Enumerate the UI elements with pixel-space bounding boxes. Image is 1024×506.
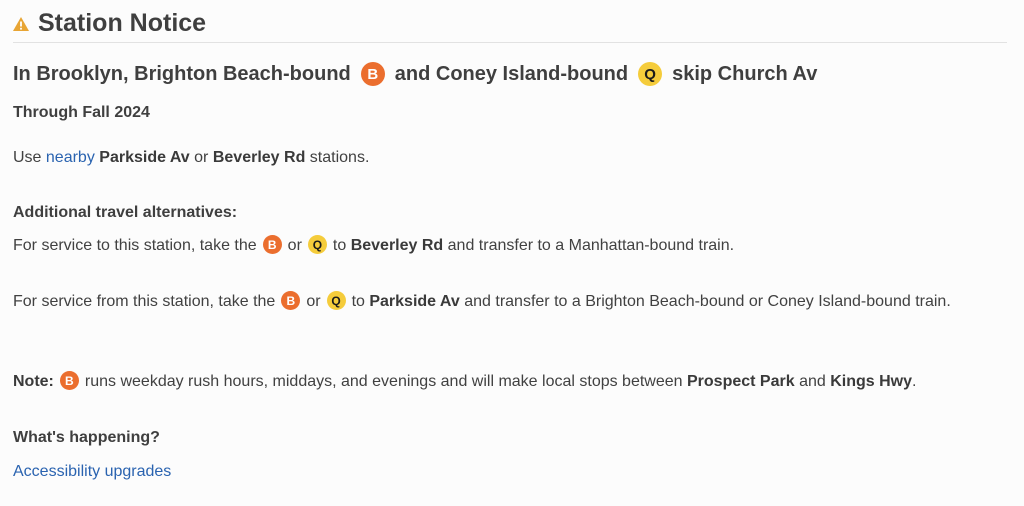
headline-text: skip Church Av [672, 62, 818, 85]
text: or [194, 149, 209, 166]
nearby-link[interactable]: nearby [46, 149, 95, 166]
station-name: Prospect Park [687, 373, 795, 390]
b-train-bullet-icon: B [59, 371, 79, 391]
text: runs weekday rush hours, middays, and ev… [84, 373, 683, 390]
whats-happening-title: What's happening? [13, 429, 160, 446]
b-train-bullet-icon: B [281, 291, 301, 311]
use-stations-line: Use nearby Parkside Av or Beverley Rd st… [13, 146, 1013, 170]
station-notice-panel: Station Notice In Brooklyn, Brighton Bea… [0, 0, 1024, 506]
accessibility-upgrades-link[interactable]: Accessibility upgrades [13, 463, 171, 480]
to-station-line: For service to this station, take the Bor… [13, 234, 1013, 258]
from-station-line: For service from this station, take the B… [13, 290, 1013, 314]
text: For service to this station, take the [13, 237, 257, 254]
station-name: Parkside Av [99, 149, 190, 166]
text: and transfer to a Brighton Beach-bound o… [464, 293, 951, 310]
station-name: Parkside Av [369, 293, 460, 310]
note-line: Note: Bruns weekday rush hours, middays, … [13, 370, 1013, 394]
note-label: Note: [13, 373, 54, 390]
notice-header: Station Notice [13, 4, 1007, 43]
notice-duration: Through Fall 2024 [13, 104, 150, 121]
q-train-bullet-icon: Q [326, 291, 346, 311]
text: For service from this station, take the [13, 293, 276, 310]
text: to [351, 293, 365, 310]
station-name: Beverley Rd [350, 237, 444, 254]
text: or [287, 237, 302, 254]
station-name: Kings Hwy [830, 373, 913, 390]
q-train-bullet-icon: Q [307, 235, 327, 255]
warning-triangle-icon [13, 17, 29, 31]
text: or [306, 293, 321, 310]
text: to [332, 237, 347, 254]
b-train-bullet-icon: B [262, 235, 282, 255]
alternatives-title: Additional travel alternatives: [13, 204, 238, 221]
whats-happening-line: Accessibility upgrades [13, 460, 1013, 484]
text: and [799, 373, 826, 390]
text: Use [13, 149, 42, 166]
q-train-bullet-icon: Q [638, 62, 663, 86]
text: stations. [309, 149, 370, 166]
header-title: Station Notice [38, 8, 207, 37]
notice-headline: In Brooklyn, Brighton Beach-bound B and … [13, 62, 817, 86]
text: . [912, 373, 917, 390]
station-name: Beverley Rd [212, 149, 306, 166]
b-train-bullet-icon: B [360, 62, 385, 86]
headline-text: and Coney Island-bound [394, 62, 629, 85]
text: and transfer to a Manhattan-bound train. [447, 237, 735, 254]
headline-text: In Brooklyn, Brighton Beach-bound [13, 62, 351, 85]
